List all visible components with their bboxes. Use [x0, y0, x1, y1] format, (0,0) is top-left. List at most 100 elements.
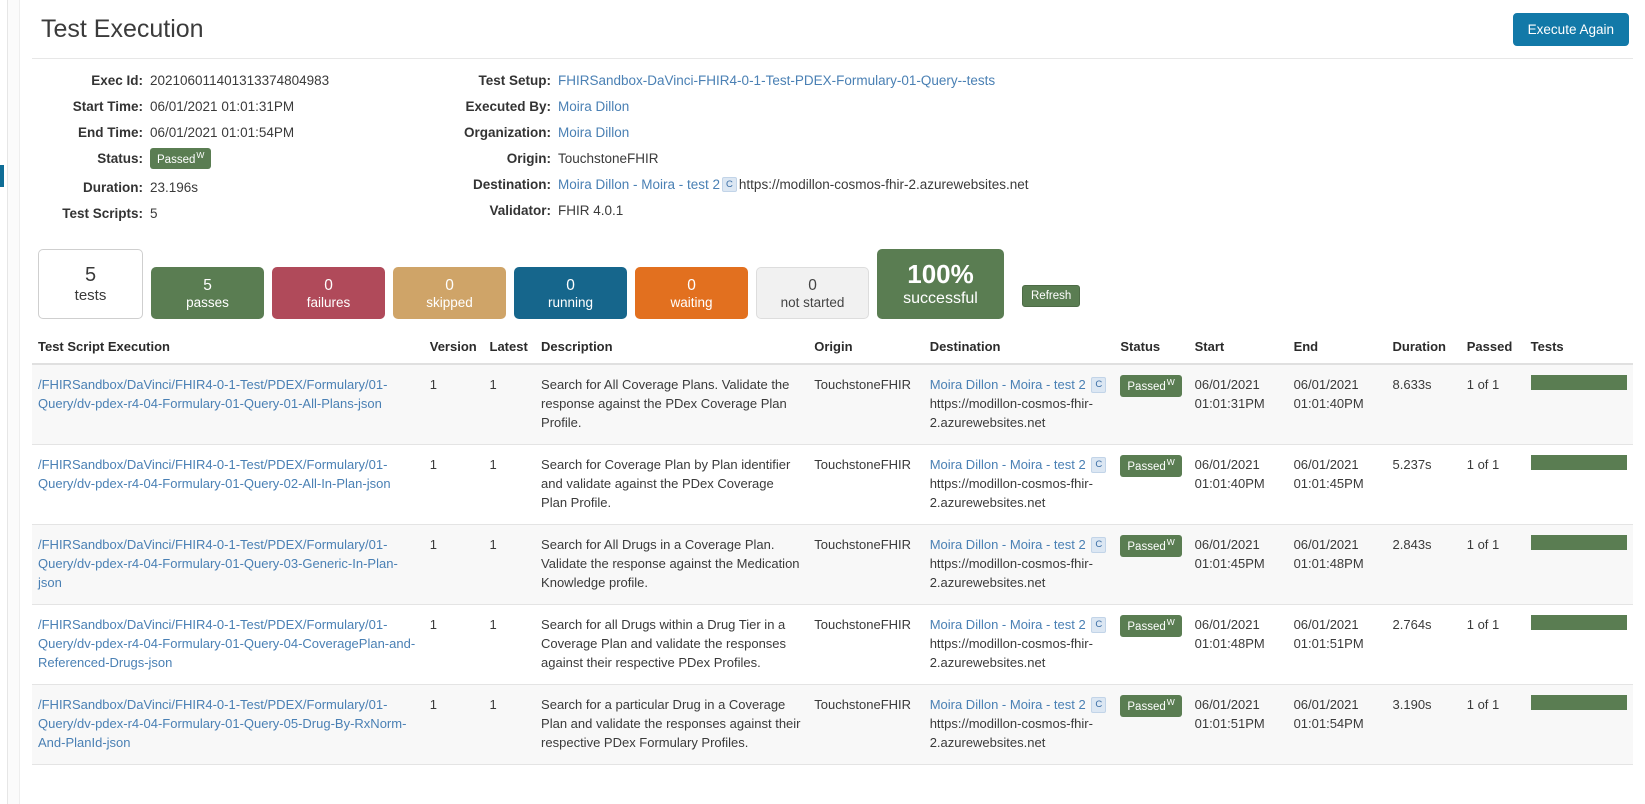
- status-badge[interactable]: PassedW: [1120, 535, 1182, 557]
- col-status[interactable]: Status: [1114, 333, 1189, 366]
- stat-tile-not-started[interactable]: 0 not started: [756, 267, 869, 320]
- cell-origin: TouchstoneFHIR: [808, 684, 924, 766]
- start-time: 01:01:31PM: [1194, 396, 1265, 412]
- execute-again-button[interactable]: Execute Again: [1512, 13, 1629, 46]
- conformance-c-icon[interactable]: C: [1091, 457, 1107, 473]
- status-badge[interactable]: PassedW: [1120, 615, 1182, 637]
- stat-tile-passes[interactable]: 5 passes: [151, 267, 264, 320]
- table-header: Test Script Execution Version Latest Des…: [32, 333, 1633, 366]
- test-script-execution-table: Test Script Execution Version Latest Des…: [32, 333, 1633, 766]
- end-date: 06/01/2021: [1293, 457, 1359, 473]
- destination-url: https://modillon-cosmos-fhir-2.azurewebs…: [929, 556, 1093, 591]
- col-description[interactable]: Description: [535, 333, 809, 366]
- refresh-button[interactable]: Refresh: [1022, 285, 1081, 308]
- test-script-link[interactable]: /FHIRSandbox/DaVinci/FHIR4-0-1-Test/PDEX…: [38, 615, 418, 672]
- table-body: /FHIRSandbox/DaVinci/FHIR4-0-1-Test/PDEX…: [32, 364, 1633, 766]
- col-version[interactable]: Version: [423, 333, 484, 366]
- cell-passed: 1 of 1: [1460, 444, 1525, 526]
- test-script-link[interactable]: /FHIRSandbox/DaVinci/FHIR4-0-1-Test/PDEX…: [38, 375, 418, 413]
- table-row[interactable]: /FHIRSandbox/DaVinci/FHIR4-0-1-Test/PDEX…: [32, 364, 1633, 446]
- summary-row-validator: Validator: FHIR 4.0.1: [448, 202, 1633, 220]
- summary-value-origin: TouchstoneFHIR: [558, 151, 659, 166]
- status-badge[interactable]: PassedW: [150, 148, 212, 170]
- status-badge-sup: W: [1166, 457, 1175, 468]
- status-badge-label: Passed: [157, 153, 196, 166]
- summary-label-destination: Destination:: [472, 177, 551, 192]
- status-badge[interactable]: PassedW: [1120, 455, 1182, 477]
- cell-tests: [1524, 444, 1633, 526]
- stats-tiles: 5 tests 5 passes 0 failures 0 skipped 0 running 0 w…: [32, 237, 1633, 333]
- col-tests[interactable]: Tests: [1524, 333, 1633, 366]
- summary-value-exec-id: 202106011401313374804983: [150, 73, 330, 88]
- summary-left-column: Exec Id: 202106011401313374804983 Start Ti…: [32, 72, 432, 231]
- cell-test-script-execution: /FHIRSandbox/DaVinci/FHIR4-0-1-Test/PDEX…: [32, 604, 424, 686]
- stat-tile-successful[interactable]: 100% successful: [877, 249, 1004, 320]
- cell-end: 06/01/2021 01:01:40PM: [1287, 364, 1387, 446]
- destination-name-link[interactable]: Moira Dillon - Moira - test 2: [930, 697, 1086, 712]
- destination-url: https://modillon-cosmos-fhir-2.azurewebs…: [738, 177, 1029, 192]
- stat-tile-caption-waiting: waiting: [670, 294, 713, 310]
- cell-description: Search for a particular Drug in a Covera…: [535, 684, 809, 766]
- summary-link-executed-by[interactable]: Moira Dillon: [558, 99, 629, 114]
- destination-url: https://modillon-cosmos-fhir-2.azurewebs…: [929, 396, 1093, 431]
- test-script-link[interactable]: /FHIRSandbox/DaVinci/FHIR4-0-1-Test/PDEX…: [38, 455, 418, 493]
- conformance-c-icon[interactable]: C: [1091, 697, 1107, 713]
- table-row[interactable]: /FHIRSandbox/DaVinci/FHIR4-0-1-Test/PDEX…: [32, 444, 1633, 526]
- summary-label-organization: Organization:: [464, 125, 551, 140]
- tests-progress-bar: [1530, 535, 1627, 551]
- conformance-c-icon[interactable]: C: [1091, 537, 1107, 553]
- conformance-c-icon[interactable]: C: [1091, 377, 1107, 393]
- stat-tile-caption-skipped: skipped: [426, 294, 473, 310]
- col-passed[interactable]: Passed: [1460, 333, 1525, 366]
- status-badge[interactable]: PassedW: [1120, 375, 1182, 397]
- cell-status: PassedW: [1114, 524, 1189, 606]
- start-date: 06/01/2021: [1194, 617, 1260, 633]
- col-latest[interactable]: Latest: [483, 333, 536, 366]
- destination-name-link[interactable]: Moira Dillon - Moira - test 2: [930, 537, 1086, 552]
- cell-version: 1: [423, 444, 484, 526]
- end-date: 06/01/2021: [1293, 537, 1359, 553]
- stat-tile-failures[interactable]: 0 failures: [272, 267, 385, 320]
- col-test-script-execution[interactable]: Test Script Execution: [32, 333, 424, 366]
- table-row[interactable]: /FHIRSandbox/DaVinci/FHIR4-0-1-Test/PDEX…: [32, 604, 1633, 686]
- destination-name-link[interactable]: Moira Dillon - Moira - test 2: [558, 177, 720, 192]
- tests-progress-fill: [1530, 375, 1627, 391]
- test-script-link[interactable]: /FHIRSandbox/DaVinci/FHIR4-0-1-Test/PDEX…: [38, 535, 418, 592]
- stat-tile-tests[interactable]: 5 tests: [38, 249, 143, 320]
- cell-version: 1: [423, 524, 484, 606]
- test-script-link[interactable]: /FHIRSandbox/DaVinci/FHIR4-0-1-Test/PDEX…: [38, 695, 418, 752]
- col-origin[interactable]: Origin: [808, 333, 924, 366]
- conformance-c-icon[interactable]: C: [722, 176, 737, 193]
- summary-label-origin: Origin:: [506, 151, 551, 166]
- status-badge[interactable]: PassedW: [1120, 695, 1182, 717]
- destination-name-link[interactable]: Moira Dillon - Moira - test 2: [930, 457, 1086, 472]
- table-row[interactable]: /FHIRSandbox/DaVinci/FHIR4-0-1-Test/PDEX…: [32, 684, 1633, 766]
- table-row[interactable]: /FHIRSandbox/DaVinci/FHIR4-0-1-Test/PDEX…: [32, 524, 1633, 606]
- stat-tile-waiting[interactable]: 0 waiting: [635, 267, 748, 320]
- stat-tile-value-successful: 100%: [907, 259, 974, 290]
- summary-right-column: Test Setup: FHIRSandbox-DaVinci-FHIR4-0-1…: [432, 72, 1633, 231]
- summary-row-destination: Destination: Moira Dillon - Moira - test …: [448, 176, 1633, 194]
- destination-name-link[interactable]: Moira Dillon - Moira - test 2: [930, 377, 1086, 392]
- stat-tile-running[interactable]: 0 running: [514, 267, 627, 320]
- summary-link-organization[interactable]: Moira Dillon: [558, 125, 629, 140]
- cell-status: PassedW: [1114, 444, 1189, 526]
- cell-duration: 2.764s: [1386, 604, 1461, 686]
- cell-status: PassedW: [1114, 684, 1189, 766]
- status-badge-sup: W: [1166, 617, 1175, 628]
- table-header-row: Test Script Execution Version Latest Des…: [32, 333, 1633, 366]
- cell-end: 06/01/2021 01:01:51PM: [1287, 604, 1387, 686]
- sidebar-active-marker: [0, 165, 4, 187]
- summary-link-test-setup[interactable]: FHIRSandbox-DaVinci-FHIR4-0-1-Test-PDEX-…: [558, 73, 995, 88]
- stat-tile-skipped[interactable]: 0 skipped: [393, 267, 506, 320]
- conformance-c-icon[interactable]: C: [1091, 617, 1107, 633]
- col-start[interactable]: Start: [1188, 333, 1288, 366]
- summary-row-exec-id: Exec Id: 202106011401313374804983: [32, 72, 432, 90]
- cell-origin: TouchstoneFHIR: [808, 524, 924, 606]
- col-duration[interactable]: Duration: [1386, 333, 1461, 366]
- col-destination[interactable]: Destination: [923, 333, 1115, 366]
- tests-progress-bar: [1530, 695, 1627, 711]
- cell-start: 06/01/2021 01:01:45PM: [1188, 524, 1288, 606]
- col-end[interactable]: End: [1287, 333, 1387, 366]
- destination-name-link[interactable]: Moira Dillon - Moira - test 2: [930, 617, 1086, 632]
